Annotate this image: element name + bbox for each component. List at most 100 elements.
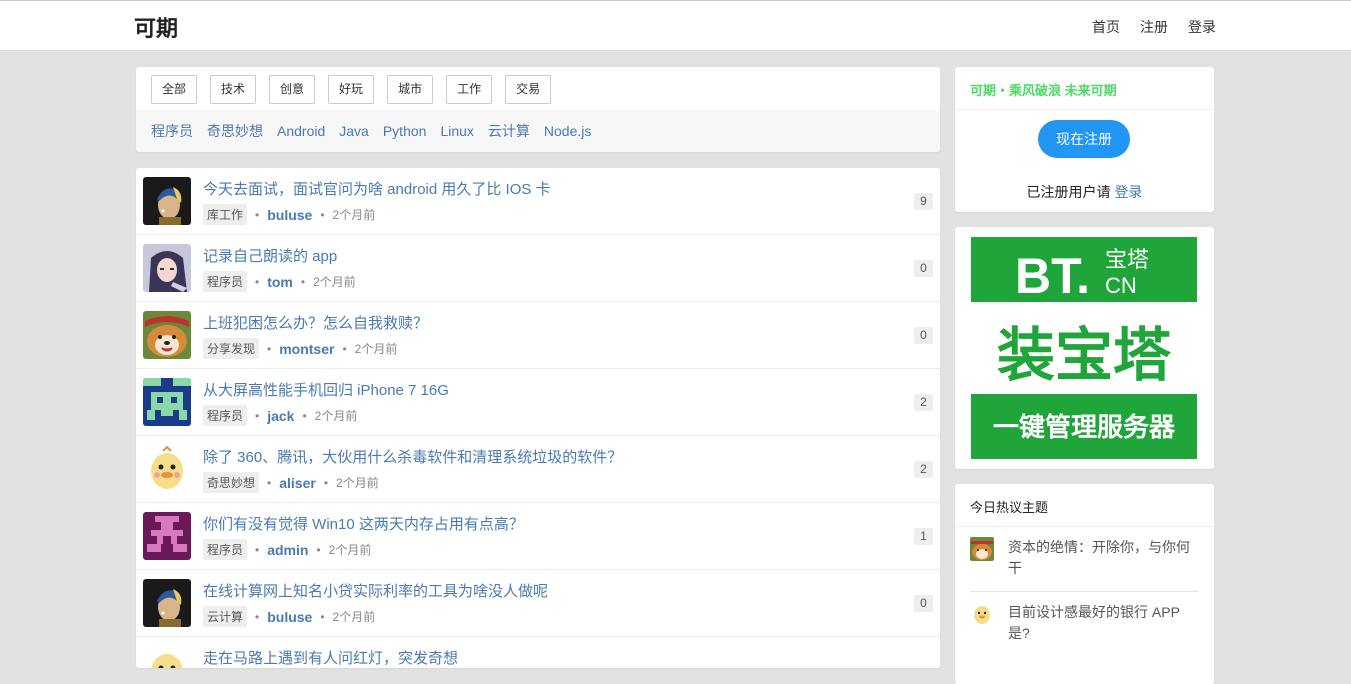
bt-panel-ad[interactable]: BT. 宝塔 CN 装宝塔 一键管理服务器: [971, 237, 1197, 459]
cartoon-duck-avatar[interactable]: [970, 602, 994, 626]
post-time: 2个月前: [332, 610, 376, 624]
separator-dot: •: [255, 542, 260, 557]
category-all[interactable]: 全部: [151, 75, 198, 104]
hot-topic-link[interactable]: 目前设计感最好的银行 APP 是?: [1008, 602, 1198, 644]
tag-link[interactable]: Linux: [440, 123, 473, 139]
separator-dot: •: [316, 542, 321, 557]
hot-topics-panel: 今日热议主题 资本的绝情：开除你，与你何干 目前设计感最好的银行 APP 是?: [955, 484, 1214, 684]
ad-logo-domain: CN: [1105, 273, 1137, 298]
category-trade[interactable]: 交易: [505, 75, 552, 104]
topic-row: 记录自己朗读的 app 程序员 • tom • 2个月前 0: [136, 235, 940, 302]
topic-meta: 云计算 • buluse • 2个月前: [203, 606, 375, 627]
anime-girl-avatar[interactable]: [143, 244, 191, 292]
topic-title[interactable]: 你们有没有觉得 Win10 这两天内存占用有点高？: [203, 513, 524, 534]
author-link[interactable]: buluse: [267, 207, 312, 223]
reply-count: 2: [914, 461, 933, 478]
register-button[interactable]: 现在注册: [1038, 120, 1130, 158]
login-link[interactable]: 登录: [1114, 184, 1142, 200]
hot-topic-link[interactable]: 资本的绝情：开除你，与你何干: [1008, 537, 1198, 579]
top-navbar: 可期 首页 注册 登录: [0, 0, 1351, 51]
reply-count: 0: [914, 327, 933, 344]
tag-link[interactable]: 程序员: [151, 121, 193, 141]
topic-title[interactable]: 今天去面试，面试官问为啥 android 用久了比 IOS 卡: [203, 178, 551, 199]
separator-dot: •: [302, 408, 307, 423]
topic-title[interactable]: 从大屏高性能手机回归 iPhone 7 16G: [203, 379, 449, 400]
login-prefix: 已注册用户请: [1026, 184, 1111, 200]
pixel-purple-avatar[interactable]: [143, 512, 191, 560]
reply-count: 9: [914, 193, 933, 210]
tag-link[interactable]: Python: [383, 123, 427, 139]
pearl-earring-avatar[interactable]: [143, 177, 191, 225]
reply-count: 1: [914, 528, 933, 545]
topic-meta: 库工作 • buluse • 2个月前: [203, 204, 375, 225]
node-badge[interactable]: 分享发现: [203, 338, 260, 359]
author-link[interactable]: admin: [267, 542, 308, 558]
topic-title[interactable]: 除了 360、腾讯，大伙用什么杀毒软件和清理系统垃圾的软件？: [203, 446, 622, 467]
topic-list: 今天去面试，面试官问为啥 android 用久了比 IOS 卡 库工作 • bu…: [136, 168, 940, 668]
topic-title[interactable]: 上班犯困怎么办？怎么自我救赎？: [203, 312, 428, 333]
node-badge[interactable]: 程序员: [203, 271, 248, 292]
login-hint: 已注册用户请 登录: [955, 182, 1214, 202]
node-badge[interactable]: 程序员: [203, 539, 248, 560]
category-filter-card: 全部 技术 创意 好玩 城市 工作 交易 程序员 奇思妙想 Android Ja…: [136, 67, 940, 152]
node-badge[interactable]: 程序员: [203, 405, 248, 426]
cartoon-duck-avatar[interactable]: [143, 646, 191, 668]
separator-dot: •: [255, 274, 260, 289]
category-city[interactable]: 城市: [387, 75, 434, 104]
nav-register[interactable]: 注册: [1140, 17, 1168, 37]
site-slogan: 可期・乘风破浪 未来可期: [970, 83, 1117, 98]
topic-meta: 程序员 • tom • 2个月前: [203, 271, 356, 292]
separator-dot: •: [323, 475, 329, 490]
nav-home[interactable]: 首页: [1092, 17, 1120, 37]
node-badge[interactable]: 奇思妙想: [203, 472, 260, 493]
category-work[interactable]: 工作: [446, 75, 493, 104]
tag-link[interactable]: 云计算: [488, 121, 530, 141]
separator-dot: •: [255, 609, 260, 624]
post-time: 2个月前: [354, 342, 398, 356]
shiba-dog-avatar[interactable]: [970, 537, 994, 561]
tag-link[interactable]: Java: [339, 123, 369, 139]
author-link[interactable]: aliser: [279, 475, 316, 491]
topic-meta: 分享发现 • montser • 2个月前: [203, 338, 397, 359]
category-fun[interactable]: 好玩: [328, 75, 375, 104]
tag-link[interactable]: Android: [277, 123, 325, 139]
node-badge[interactable]: 云计算: [203, 606, 248, 627]
post-time: 2个月前: [336, 476, 379, 490]
separator-dot: •: [300, 274, 306, 289]
separator-dot: •: [255, 207, 260, 222]
author-link[interactable]: buluse: [267, 609, 312, 625]
shiba-dog-avatar[interactable]: [143, 311, 191, 359]
topic-meta: 程序员 • jack • 2个月前: [203, 405, 357, 426]
hot-topics-title: 今日热议主题: [970, 500, 1049, 515]
topic-row: 从大屏高性能手机回归 iPhone 7 16G 程序员 • jack • 2个月…: [136, 369, 940, 436]
category-creative[interactable]: 创意: [269, 75, 316, 104]
node-tags: 程序员 奇思妙想 Android Java Python Linux 云计算 N…: [136, 110, 940, 152]
topic-row: 你们有没有觉得 Win10 这两天内存占用有点高？ 程序员 • admin • …: [136, 503, 940, 570]
site-logo[interactable]: 可期: [134, 11, 178, 43]
author-link[interactable]: jack: [267, 408, 294, 424]
pixel-invader-avatar[interactable]: [143, 378, 191, 426]
reply-count: 0: [914, 595, 933, 612]
topic-row: 在线计算网上知名小贷实际利率的工具为啥没人做呢 云计算 • buluse • 2…: [136, 570, 940, 637]
pearl-earring-avatar[interactable]: [143, 579, 191, 627]
tag-link[interactable]: 奇思妙想: [207, 121, 263, 141]
author-link[interactable]: tom: [267, 274, 293, 290]
separator-dot: •: [320, 609, 325, 624]
cartoon-duck-avatar[interactable]: [143, 445, 191, 493]
topic-row: 上班犯困怎么办？怎么自我救赎？ 分享发现 • montser • 2个月前 0: [136, 302, 940, 369]
register-panel: 可期・乘风破浪 未来可期 现在注册 已注册用户请 登录: [955, 67, 1214, 212]
topic-title[interactable]: 走在马路上遇到有人问红灯，突发奇想: [203, 647, 458, 668]
tag-link[interactable]: Node.js: [544, 123, 591, 139]
topic-title[interactable]: 在线计算网上知名小贷实际利率的工具为啥没人做呢: [203, 580, 548, 601]
ad-tagline: 一键管理服务器: [993, 412, 1176, 443]
category-tech[interactable]: 技术: [210, 75, 257, 104]
divider: [970, 591, 1199, 592]
separator-dot: •: [267, 475, 272, 490]
node-badge[interactable]: 库工作: [203, 204, 248, 225]
ad-banner[interactable]: BT. 宝塔 CN 装宝塔 一键管理服务器: [955, 227, 1214, 469]
author-link[interactable]: montser: [279, 341, 334, 357]
topic-title[interactable]: 记录自己朗读的 app: [203, 245, 337, 266]
reply-count: 0: [914, 260, 933, 277]
post-time: 2个月前: [332, 208, 376, 222]
nav-login[interactable]: 登录: [1188, 17, 1216, 37]
